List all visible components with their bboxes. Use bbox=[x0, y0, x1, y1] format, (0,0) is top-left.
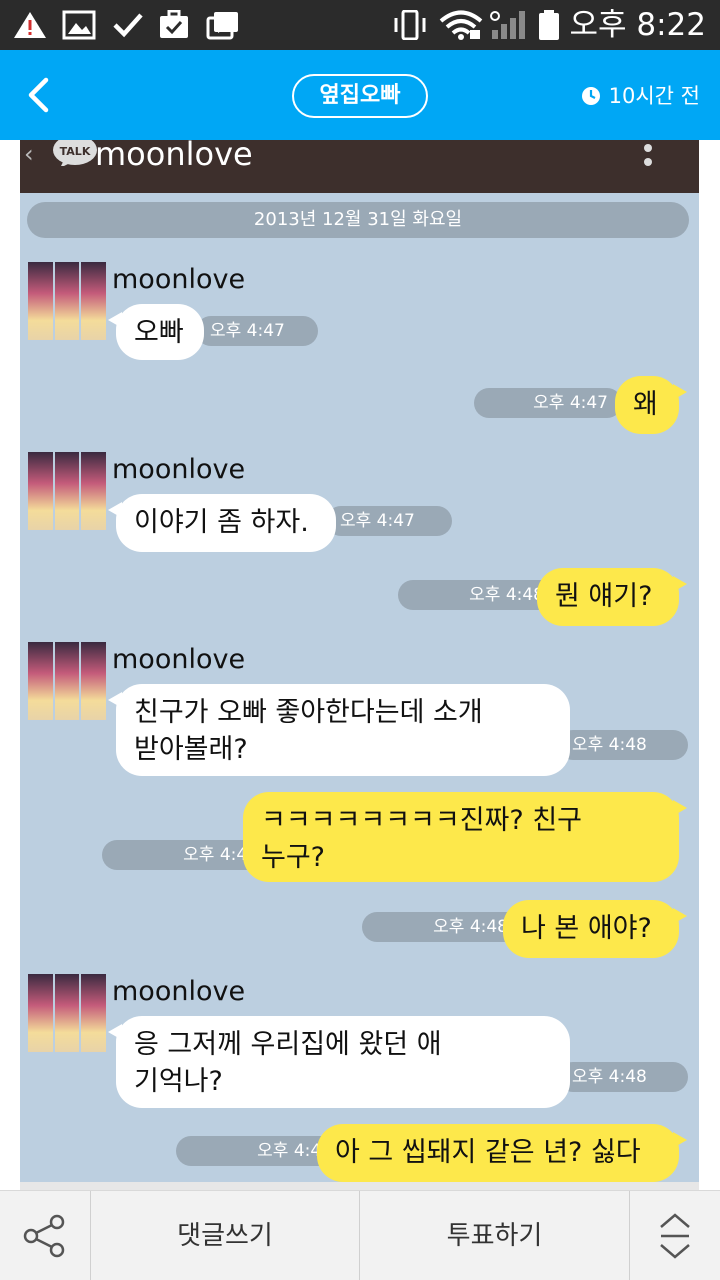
message-text-line: 누구? bbox=[261, 842, 326, 873]
avatar bbox=[28, 974, 107, 1052]
message-text-line: 응 그저께 우리집에 왔던 애 bbox=[134, 1029, 442, 1060]
incoming-message-bubble: 이야기 좀 하자. bbox=[108, 494, 336, 552]
message-text-line: 아 그 씹돼지 같은 년? 싫다 bbox=[335, 1137, 641, 1168]
outgoing-message-bubble: 왜 bbox=[615, 376, 687, 434]
signal-icon bbox=[490, 11, 525, 39]
message-text-line: 오빠 bbox=[134, 317, 184, 348]
content-scroll-edge bbox=[20, 1182, 699, 1190]
kakao-header: ‹ TALK moonlove bbox=[20, 140, 699, 193]
avatar bbox=[28, 262, 107, 340]
outgoing-message-bubble: 뭔 얘기? bbox=[537, 568, 687, 626]
date-divider: 2013년 12월 31일 화요일 bbox=[27, 202, 689, 238]
svg-text:TALK: TALK bbox=[60, 145, 91, 158]
sender-name: moonlove bbox=[112, 264, 246, 295]
post-content[interactable]: ‹ TALK moonlove 2013년 12월 31일 화요일 moonlo… bbox=[0, 140, 720, 1190]
bottom-action-bar: 댓글쓰기 투표하기 bbox=[0, 1190, 720, 1280]
kakao-back-icon: ‹ bbox=[24, 140, 34, 168]
sender-name: moonlove bbox=[112, 644, 246, 675]
message-text-line: 왜 bbox=[633, 389, 658, 420]
time-ago-label: 10시간 전 bbox=[608, 84, 700, 108]
avatar bbox=[28, 642, 107, 720]
status-bar: 오후 8:22 bbox=[0, 0, 720, 50]
message-timestamp: 오후 4:48 bbox=[558, 730, 688, 760]
kebab-menu-icon bbox=[641, 140, 655, 170]
vibrate-icon bbox=[394, 10, 426, 40]
chat-screenshot-image: ‹ TALK moonlove 2013년 12월 31일 화요일 moonlo… bbox=[20, 140, 699, 1182]
warning-icon bbox=[14, 12, 46, 38]
wifi-icon bbox=[439, 10, 483, 40]
back-button[interactable] bbox=[18, 72, 64, 118]
gallery-icon bbox=[62, 10, 96, 40]
vote-button[interactable]: 투표하기 bbox=[360, 1191, 629, 1280]
message-timestamp: 오후 4:47 bbox=[326, 506, 452, 536]
app-header: 옆집오빠 10시간 전 bbox=[0, 50, 720, 140]
message-timestamp: 오후 4:48 bbox=[558, 1062, 688, 1092]
time-ago: 10시간 전 bbox=[581, 82, 700, 110]
message-text-line: 받아볼래? bbox=[134, 734, 248, 765]
incoming-message-bubble: 응 그저께 우리집에 왔던 애기억나? bbox=[108, 1016, 570, 1108]
message-text-line: 기억나? bbox=[134, 1066, 223, 1097]
message-timestamp: 오후 4:48 bbox=[362, 912, 522, 942]
share-icon bbox=[23, 1214, 65, 1258]
briefcase-check-icon bbox=[160, 10, 188, 38]
avatar bbox=[28, 452, 107, 530]
incoming-message-bubble: 오빠 bbox=[108, 304, 204, 360]
media-share-icon bbox=[206, 12, 238, 40]
message-timestamp: 오후 4:48 bbox=[398, 580, 558, 610]
message-text-line: ㅋㅋㅋㅋㅋㅋㅋㅋ진짜? 친구 bbox=[261, 805, 582, 836]
battery-icon bbox=[539, 10, 559, 40]
up-down-arrows-icon bbox=[660, 1213, 690, 1259]
clock-icon bbox=[581, 87, 600, 105]
message-text-line: 나 본 애야? bbox=[521, 913, 652, 944]
share-button[interactable] bbox=[0, 1191, 90, 1280]
sender-name: moonlove bbox=[112, 976, 246, 1007]
kakao-chat-title: moonlove bbox=[95, 140, 253, 173]
scroll-nav-button[interactable] bbox=[630, 1191, 720, 1280]
sender-name: moonlove bbox=[112, 454, 246, 485]
outgoing-message-bubble: 나 본 애야? bbox=[503, 900, 687, 958]
vote-button-label: 투표하기 bbox=[446, 1221, 543, 1251]
message-timestamp: 오후 4:47 bbox=[196, 316, 318, 346]
message-text-line: 뭔 얘기? bbox=[555, 581, 653, 612]
comment-button-label: 댓글쓰기 bbox=[177, 1221, 273, 1251]
outgoing-message-bubble: 아 그 씹돼지 같은 년? 싫다 bbox=[317, 1124, 687, 1182]
comment-button[interactable]: 댓글쓰기 bbox=[91, 1191, 359, 1280]
message-timestamp: 오후 4:47 bbox=[474, 388, 622, 418]
incoming-message-bubble: 친구가 오빠 좋아한다는데 소개받아볼래? bbox=[108, 684, 570, 776]
check-icon bbox=[113, 13, 143, 38]
message-text-line: 이야기 좀 하자. bbox=[134, 507, 309, 538]
outgoing-message-bubble: ㅋㅋㅋㅋㅋㅋㅋㅋ진짜? 친구누구? bbox=[243, 792, 687, 882]
message-text-line: 친구가 오빠 좋아한다는데 소개 bbox=[134, 697, 483, 728]
post-title: 옆집오빠 bbox=[292, 74, 428, 118]
status-time: 오후 8:22 bbox=[569, 7, 706, 43]
